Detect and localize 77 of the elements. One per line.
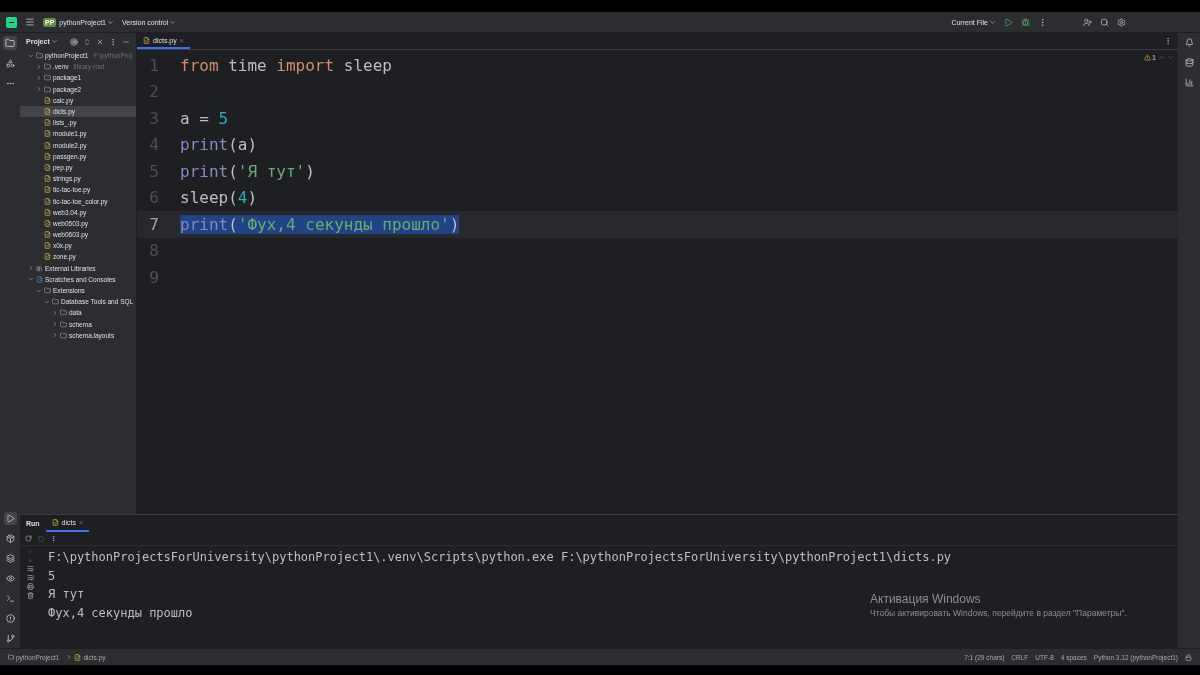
bug-icon[interactable]: [1021, 17, 1030, 27]
search-icon[interactable]: [1100, 17, 1109, 27]
settings-icon[interactable]: [1117, 17, 1126, 27]
python-file-icon: [44, 108, 51, 116]
chevron-down-icon: [28, 52, 34, 59]
menu-icon[interactable]: [25, 17, 35, 27]
packages-icon[interactable]: [3, 532, 17, 545]
code-line: from time import sleep: [180, 55, 392, 75]
more-icon[interactable]: [109, 37, 117, 46]
code-line: print('Я тут'): [180, 161, 315, 181]
activation-text: Чтобы активировать Windows, перейдите в раздел "Параметры".: [870, 608, 1127, 618]
scratches-icon: [36, 275, 43, 283]
folder-icon: [52, 298, 59, 306]
trash-icon[interactable]: [26, 592, 34, 599]
soft-wrap-icon[interactable]: [26, 565, 34, 572]
folder-icon: [44, 287, 51, 295]
rerun-icon[interactable]: [25, 535, 32, 542]
python-file-icon: [51, 519, 59, 526]
python-file-icon: [44, 231, 51, 239]
problems-icon[interactable]: [3, 612, 17, 625]
print-icon[interactable]: [26, 583, 34, 590]
caret-icon: [169, 18, 177, 26]
python-file-icon: [44, 130, 51, 138]
database-icon[interactable]: [1182, 56, 1196, 69]
caret-icon: [50, 38, 58, 45]
folder-icon: [44, 85, 51, 93]
console-line: F:\pythonProjectsForUniversity\pythonProject1\.venv\Scripts\python.exe F:\pythonProjectsForUniversity\pythonProject1\dicts.py: [48, 549, 952, 566]
run-icon[interactable]: [3, 512, 17, 525]
project-icon[interactable]: [3, 36, 17, 50]
python-file-icon: [44, 208, 51, 216]
python-file-icon: [143, 36, 150, 44]
library-icon: [36, 264, 43, 272]
locate-icon[interactable]: [70, 37, 78, 46]
console-line: 5: [48, 567, 56, 585]
folder-icon: [44, 63, 51, 71]
more-icon[interactable]: [1164, 37, 1172, 45]
folder-icon: [44, 74, 51, 82]
folder-icon: [60, 309, 67, 317]
folder-icon: [60, 320, 67, 328]
run-icon[interactable]: [1004, 17, 1013, 27]
python-file-icon: [74, 653, 82, 661]
app-logo-icon[interactable]: [6, 16, 17, 28]
chevron-right-icon: [28, 265, 34, 272]
eye-icon[interactable]: [3, 572, 17, 585]
caret-icon: [989, 18, 996, 26]
console-line: Я тут: [48, 586, 85, 604]
structure-icon[interactable]: [3, 57, 17, 70]
python-file-icon: [44, 119, 51, 127]
python-file-icon: [44, 197, 51, 205]
lock-icon[interactable]: [1185, 653, 1192, 661]
python-file-icon: [44, 141, 51, 149]
python-file-icon: [44, 253, 51, 261]
activation-title: Активация Windows: [870, 592, 982, 606]
python-file-icon: [44, 163, 51, 171]
python-file-icon: [44, 152, 51, 160]
python-file-icon: [44, 219, 51, 227]
close-icon[interactable]: [96, 37, 104, 46]
python-file-icon: [44, 96, 51, 104]
line-number: 7: [148, 214, 160, 234]
code-line: print(a): [180, 135, 258, 155]
scroll-to-end-icon[interactable]: [26, 574, 34, 581]
more-icon[interactable]: [1038, 17, 1047, 27]
layers-icon[interactable]: [3, 552, 17, 565]
code-line: sleep(4): [180, 188, 258, 208]
chevron-right-icon: [66, 654, 73, 660]
caret-icon: [107, 18, 114, 26]
python-file-icon: [44, 242, 51, 250]
add-user-icon[interactable]: [1083, 17, 1092, 27]
code-line: a = 5: [180, 108, 229, 128]
folder-icon: [36, 52, 43, 60]
python-file-icon: [44, 186, 51, 194]
folder-icon: [8, 654, 14, 660]
expand-collapse-icon[interactable]: [83, 37, 91, 46]
python-file-icon: [44, 175, 51, 183]
console-line: Фух,4 секунды прошло: [48, 604, 193, 622]
chart-icon[interactable]: [1182, 76, 1196, 89]
folder-icon: [60, 331, 67, 339]
